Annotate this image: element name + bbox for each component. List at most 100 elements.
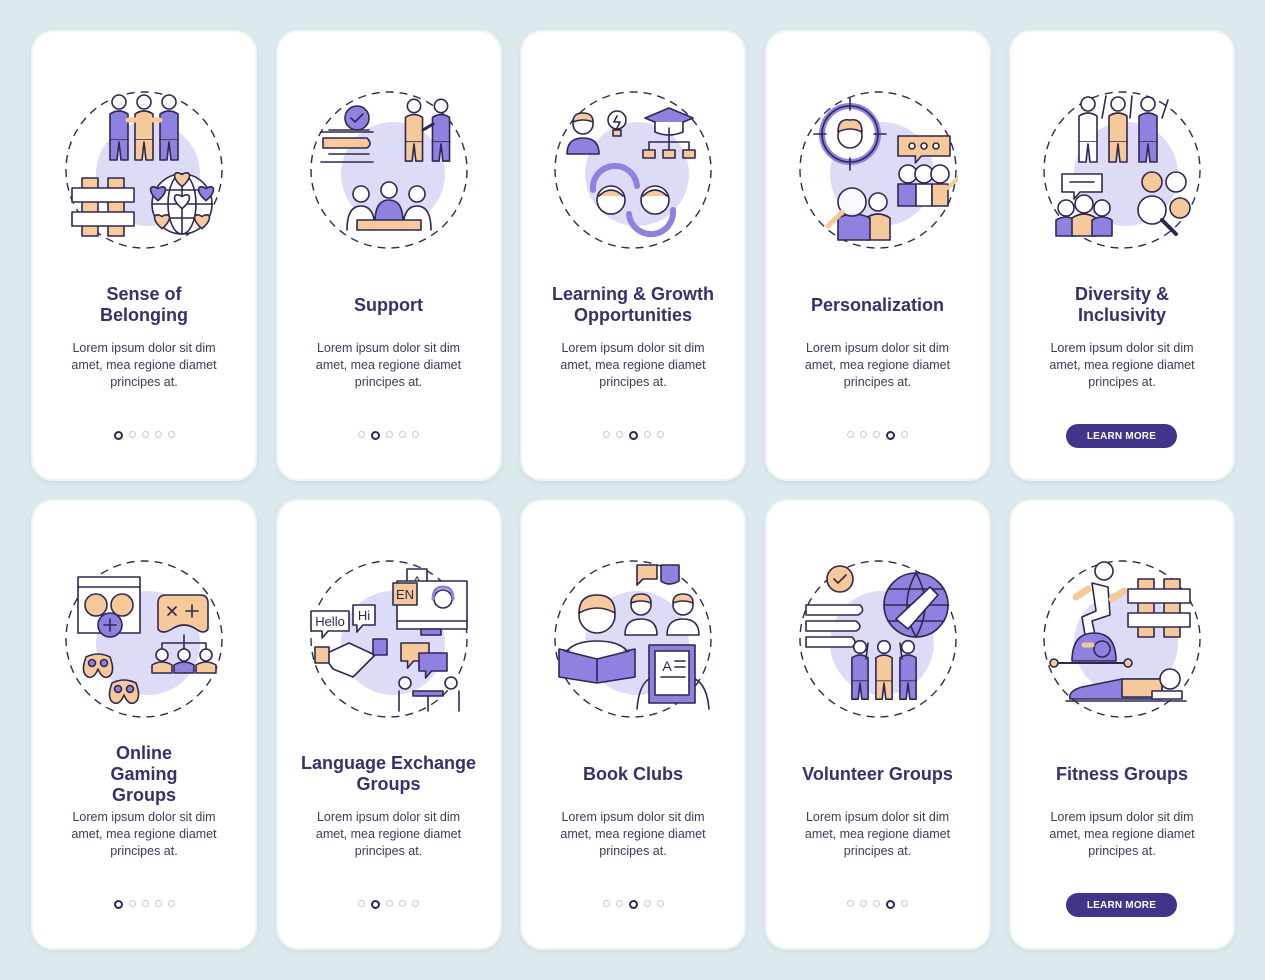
pagination-dots bbox=[33, 431, 255, 440]
screen-title: Sense of Belonging bbox=[100, 284, 188, 325]
onboarding-screen-volunteer-groups: Volunteer Groups Lorem ipsum dolor sit d… bbox=[766, 501, 989, 948]
volunteer-groups-icon bbox=[798, 560, 957, 718]
svg-text:EN: EN bbox=[395, 587, 413, 602]
support-icon bbox=[309, 91, 468, 249]
pagination-dot[interactable] bbox=[154, 900, 162, 907]
pagination-dot[interactable] bbox=[873, 900, 880, 907]
screen-description: Lorem ipsum dolor sit dim amet, mea regi… bbox=[1049, 810, 1195, 858]
language-exchange-icon: A EN Hello Hi bbox=[309, 560, 468, 718]
screen-description: Lorem ipsum dolor sit dim amet, mea regi… bbox=[804, 810, 951, 858]
onboarding-screen-sense-of-belonging: Sense of Belonging Lorem ipsum dolor sit… bbox=[33, 32, 255, 479]
pagination-dots bbox=[278, 431, 500, 440]
pagination-dot[interactable] bbox=[167, 900, 175, 907]
book-clubs-icon: A bbox=[553, 559, 713, 719]
pagination-dot[interactable] bbox=[602, 431, 610, 438]
screen-description: Lorem ipsum dolor sit dim amet, mea regi… bbox=[1049, 341, 1195, 389]
pagination-dot[interactable] bbox=[128, 431, 136, 438]
pagination-dot[interactable] bbox=[656, 900, 664, 907]
learning-growth-icon bbox=[553, 90, 713, 250]
pagination-dot[interactable] bbox=[615, 431, 623, 438]
pagination-dot[interactable] bbox=[154, 431, 162, 438]
screen-description: Lorem ipsum dolor sit dim amet, mea regi… bbox=[71, 810, 217, 858]
onboarding-screen-language-exchange-groups: A EN Hello Hi Language Exchange Groups L… bbox=[277, 501, 500, 948]
pagination-dot[interactable] bbox=[167, 431, 175, 438]
fitness-groups-icon bbox=[1042, 559, 1202, 719]
screen-description: Lorem ipsum dolor sit dim amet, mea regi… bbox=[71, 341, 217, 389]
pagination-dot[interactable] bbox=[602, 900, 610, 907]
onboarding-screen-online-gaming-groups: Online Gaming Groups Lorem ipsum dolor s… bbox=[33, 501, 255, 948]
pagination-dot-active[interactable] bbox=[628, 900, 638, 909]
learning-growth-icon bbox=[554, 91, 712, 249]
gaming-groups-icon bbox=[64, 559, 224, 719]
pagination-dot[interactable] bbox=[860, 431, 867, 438]
personalization-icon bbox=[798, 90, 958, 250]
pagination-dots bbox=[278, 900, 500, 909]
pagination-dot[interactable] bbox=[643, 900, 651, 907]
pagination-dot[interactable] bbox=[399, 431, 406, 438]
screen-title: Personalization bbox=[810, 294, 945, 315]
pagination-dot[interactable] bbox=[873, 431, 880, 438]
pagination-dot[interactable] bbox=[412, 431, 419, 438]
screen-description: Lorem ipsum dolor sit dim amet, mea regi… bbox=[560, 341, 706, 389]
pagination-dot[interactable] bbox=[901, 900, 908, 907]
screen-description: Lorem ipsum dolor sit dim amet, mea regi… bbox=[560, 810, 706, 858]
pagination-dot[interactable] bbox=[141, 431, 149, 438]
onboarding-screen-book-clubs: A Book Clubs Lorem ipsum dolor sit dim a… bbox=[522, 501, 744, 948]
screen-description: Lorem ipsum dolor sit dim amet, mea regi… bbox=[315, 810, 462, 858]
screen-description: Lorem ipsum dolor sit dim amet, mea regi… bbox=[804, 341, 951, 389]
gaming-groups-icon bbox=[65, 560, 223, 718]
screen-title: Learning & Growth Opportunities bbox=[552, 284, 714, 325]
svg-text:A: A bbox=[662, 658, 672, 674]
svg-text:Hi: Hi bbox=[357, 608, 369, 623]
pagination-dot-active[interactable] bbox=[371, 900, 380, 909]
pagination-dot[interactable] bbox=[358, 900, 365, 907]
screen-title: Language Exchange Groups bbox=[300, 753, 477, 794]
pagination-dot-active[interactable] bbox=[628, 431, 638, 440]
pagination-dot-active[interactable] bbox=[113, 431, 123, 440]
onboarding-screens-grid: Sense of Belonging Lorem ipsum dolor sit… bbox=[33, 32, 1233, 948]
pagination-dot[interactable] bbox=[901, 431, 908, 438]
screen-title: Diversity & Inclusivity bbox=[1074, 284, 1170, 325]
pagination-dot[interactable] bbox=[386, 900, 393, 907]
pagination-dot-active[interactable] bbox=[886, 900, 895, 909]
pagination-dot-active[interactable] bbox=[113, 900, 123, 909]
onboarding-screen-diversity-and-inclusivity: Diversity & Inclusivity Lorem ipsum dolo… bbox=[1011, 32, 1233, 479]
pagination-dot[interactable] bbox=[656, 431, 664, 438]
pagination-dots bbox=[522, 900, 744, 909]
pagination-dot[interactable] bbox=[386, 431, 393, 438]
screen-title: Volunteer Groups bbox=[802, 763, 953, 784]
screen-title: Fitness Groups bbox=[1055, 763, 1189, 784]
screen-description: Lorem ipsum dolor sit dim amet, mea regi… bbox=[315, 341, 462, 389]
onboarding-screen-personalization: Personalization Lorem ipsum dolor sit di… bbox=[766, 32, 989, 479]
pagination-dot[interactable] bbox=[358, 431, 365, 438]
language-exchange-icon: A EN Hello Hi bbox=[309, 559, 469, 719]
pagination-dots bbox=[767, 431, 989, 440]
pagination-dot[interactable] bbox=[141, 900, 149, 907]
pagination-dots bbox=[33, 900, 255, 909]
svg-text:Hello: Hello bbox=[315, 614, 345, 629]
learn-more-button[interactable]: LEARN MORE bbox=[1066, 424, 1177, 448]
learn-more-button[interactable]: LEARN MORE bbox=[1066, 893, 1177, 917]
volunteer-groups-icon bbox=[798, 559, 958, 719]
pagination-dot[interactable] bbox=[615, 900, 623, 907]
pagination-dot-active[interactable] bbox=[371, 431, 380, 440]
pagination-dot[interactable] bbox=[399, 900, 406, 907]
diversity-inclusivity-icon bbox=[1043, 91, 1201, 249]
onboarding-screen-learning-and-growth-opportunities: Learning & Growth Opportunities Lorem ip… bbox=[522, 32, 744, 479]
belonging-icon bbox=[64, 90, 224, 250]
screen-title: Support bbox=[354, 294, 423, 315]
pagination-dot[interactable] bbox=[847, 431, 854, 438]
personalization-icon bbox=[798, 91, 958, 249]
pagination-dot[interactable] bbox=[128, 900, 136, 907]
support-icon bbox=[309, 90, 469, 250]
book-clubs-icon: A bbox=[554, 560, 712, 718]
pagination-dot[interactable] bbox=[643, 431, 651, 438]
screen-title: Online Gaming Groups bbox=[110, 742, 178, 805]
pagination-dots bbox=[767, 900, 989, 909]
pagination-dots bbox=[522, 431, 744, 440]
pagination-dot[interactable] bbox=[860, 900, 867, 907]
pagination-dot[interactable] bbox=[847, 900, 854, 907]
pagination-dot[interactable] bbox=[412, 900, 419, 907]
pagination-dot-active[interactable] bbox=[886, 431, 895, 440]
belonging-icon bbox=[65, 91, 223, 249]
